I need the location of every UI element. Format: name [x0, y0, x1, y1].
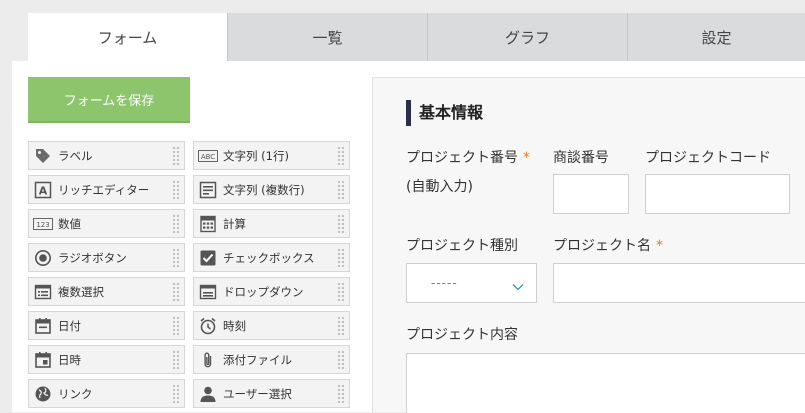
drag-handle-icon[interactable] [172, 350, 180, 370]
palette-item-multi-select[interactable]: 複数選択 [28, 277, 185, 306]
drag-handle-icon[interactable] [337, 248, 345, 268]
palette-item-date[interactable]: 日付 [28, 311, 185, 340]
palette-item-name: リンク [58, 386, 93, 401]
project-code-input[interactable] [645, 174, 790, 214]
multiline-text-icon [197, 181, 219, 199]
tab-form-label: フォーム [97, 28, 158, 47]
palette-item-dropdown[interactable]: ドロップダウン [193, 277, 350, 306]
project-content-textarea[interactable] [406, 353, 805, 413]
abc-icon: ABC [197, 149, 219, 163]
drag-handle-icon[interactable] [337, 146, 345, 166]
palette-item-name: 複数選択 [58, 284, 104, 299]
palette-item-name: 日付 [58, 318, 81, 333]
palette-item-name: ラジオボタン [58, 250, 127, 265]
drag-handle-icon[interactable] [172, 248, 180, 268]
project-name-label-text: プロジェクト名 [553, 238, 651, 254]
chevron-down-icon [512, 276, 524, 295]
palette-item-label[interactable]: ラベル [28, 141, 185, 170]
svg-text:ABC: ABC [201, 153, 215, 161]
auto-input-note: (自動入力) [406, 179, 473, 195]
palette-item-name: 文字列 (1行) [223, 148, 289, 163]
save-form-button[interactable]: フォームを保存 [28, 77, 190, 123]
palette-item-name: 計算 [223, 216, 246, 231]
palette-item-name: リッチエディター [58, 182, 150, 197]
palette-item-rich-editor[interactable]: A リッチエディター [28, 175, 185, 204]
calendar-icon [32, 317, 54, 335]
deal-number-label: 商談番号 [553, 150, 609, 166]
project-type-select[interactable]: ----- [406, 263, 537, 303]
tag-icon [32, 147, 54, 165]
palette-item-name: ラベル [58, 148, 93, 163]
drag-handle-icon[interactable] [337, 180, 345, 200]
tab-list[interactable]: 一覧 [227, 13, 427, 61]
project-number-label-text: プロジェクト番号 [406, 150, 518, 166]
palette-item-calculation[interactable]: 計算 [193, 209, 350, 238]
drag-handle-icon[interactable] [172, 316, 180, 336]
tab-settings[interactable]: 設定 [627, 13, 805, 61]
project-name-label: プロジェクト名 * [553, 235, 663, 255]
palette-item-multi-line-text[interactable]: 文字列 (複数行) [193, 175, 350, 204]
palette-item-time[interactable]: 時刻 [193, 311, 350, 340]
palette-item-name: 日時 [58, 352, 81, 367]
drag-handle-icon[interactable] [337, 350, 345, 370]
drag-handle-icon[interactable] [337, 316, 345, 336]
palette-item-datetime[interactable]: 日時 [28, 345, 185, 374]
project-code-label: プロジェクトコード [645, 150, 771, 166]
palette-item-name: ユーザー選択 [223, 386, 292, 401]
palette-item-attachment[interactable]: 添付ファイル [193, 345, 350, 374]
deal-number-input[interactable] [553, 174, 629, 214]
project-type-value: ----- [431, 276, 458, 290]
number-icon: 123 [32, 217, 54, 231]
form-canvas: 基本情報 プロジェクト番号 * (自動入力) 商談番号 プロジェクトコード プロジ… [372, 77, 805, 413]
project-number-label: プロジェクト番号 * [406, 147, 530, 167]
palette-item-name: 添付ファイル [223, 352, 292, 367]
clock-icon [197, 317, 219, 335]
tab-form[interactable]: フォーム [28, 13, 227, 61]
project-content-label: プロジェクト内容 [406, 327, 518, 343]
svg-text:123: 123 [36, 221, 49, 229]
palette-item-name: ドロップダウン [223, 284, 304, 299]
user-icon [197, 385, 219, 403]
radio-icon [32, 249, 54, 267]
rich-text-icon: A [32, 181, 54, 199]
required-mark: * [523, 150, 530, 166]
palette-item-single-line-text[interactable]: ABC 文字列 (1行) [193, 141, 350, 170]
drag-handle-icon[interactable] [172, 282, 180, 302]
form-editor: フォームを保存 ラベル A リッチエディター 123 数値 ラジオボタン 複数選… [12, 61, 805, 413]
paperclip-icon [197, 351, 219, 369]
drag-handle-icon[interactable] [337, 384, 345, 404]
svg-text:A: A [39, 184, 48, 197]
datetime-icon [32, 351, 54, 369]
dropdown-icon [197, 283, 219, 301]
drag-handle-icon[interactable] [172, 180, 180, 200]
tab-graph[interactable]: グラフ [427, 13, 627, 61]
palette-item-name: 文字列 (複数行) [223, 182, 305, 197]
project-type-label: プロジェクト種別 [406, 238, 518, 254]
palette-item-radio[interactable]: ラジオボタン [28, 243, 185, 272]
drag-handle-icon[interactable] [172, 384, 180, 404]
tab-graph-label: グラフ [504, 28, 550, 47]
palette-item-link[interactable]: リンク [28, 379, 185, 408]
drag-handle-icon[interactable] [337, 214, 345, 234]
tab-list-label: 一覧 [312, 28, 343, 47]
palette-item-user-select[interactable]: ユーザー選択 [193, 379, 350, 408]
required-mark: * [656, 238, 663, 254]
palette-item-number[interactable]: 123 数値 [28, 209, 185, 238]
section-title: 基本情報 [406, 100, 483, 126]
palette-item-name: 時刻 [223, 318, 246, 333]
tab-settings-label: 設定 [701, 28, 732, 47]
project-name-input[interactable] [553, 263, 805, 303]
multi-select-icon [32, 283, 54, 301]
palette-item-name: チェックボックス [223, 250, 315, 265]
save-form-label: フォームを保存 [63, 93, 155, 109]
drag-handle-icon[interactable] [172, 214, 180, 234]
checkbox-icon [197, 249, 219, 267]
palette-item-name: 数値 [58, 216, 81, 231]
palette-item-checkbox[interactable]: チェックボックス [193, 243, 350, 272]
drag-handle-icon[interactable] [337, 282, 345, 302]
drag-handle-icon[interactable] [172, 146, 180, 166]
globe-icon [32, 385, 54, 403]
tab-bar: フォーム 一覧 グラフ 設定 [0, 0, 805, 61]
calculator-icon [197, 215, 219, 233]
